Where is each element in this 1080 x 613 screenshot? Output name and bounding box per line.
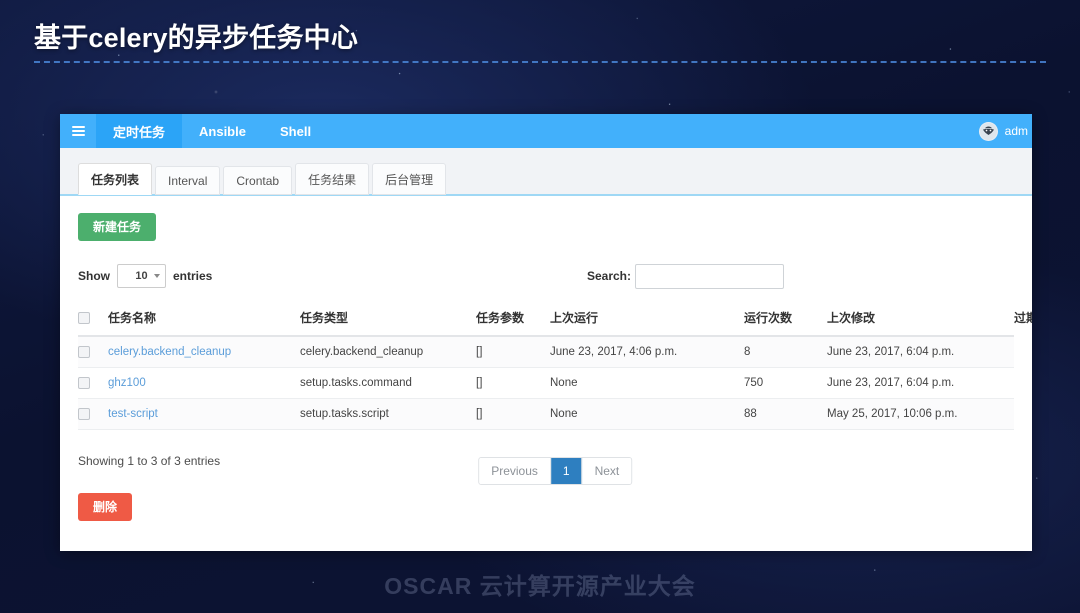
search-label: Search: — [586, 269, 631, 283]
title-divider — [34, 61, 1046, 63]
nav-item-ansible[interactable]: Ansible — [182, 114, 263, 148]
entries-label: entries — [173, 269, 213, 283]
cell-last-run: None — [550, 398, 744, 431]
tasks-table-body: celery.backend_cleanup celery.backend_cl… — [78, 336, 1014, 431]
cell-last-modified: June 23, 2017, 6:04 p.m. — [827, 336, 1014, 369]
tasks-table-head: 任务名称 任务类型 任务参数 上次运行 运行次数 上次修改 过期时间 — [78, 300, 1032, 337]
table-header-row: 任务名称 任务类型 任务参数 上次运行 运行次数 上次修改 过期时间 — [78, 300, 1032, 337]
tab-label: Crontab — [236, 174, 280, 188]
page-length-select[interactable]: 10 — [117, 264, 166, 288]
search-control: Search: — [586, 263, 1014, 289]
delete-button[interactable]: 删除 — [78, 493, 133, 522]
tab-task-results[interactable]: 任务结果 — [295, 163, 370, 195]
table-row[interactable]: test-script setup.tasks.script [] None 8… — [78, 398, 1014, 431]
table-row[interactable]: celery.backend_cleanup celery.backend_cl… — [78, 336, 1014, 369]
task-name-link[interactable]: ghz100 — [108, 377, 146, 389]
column-header-last-run[interactable]: 上次运行 — [550, 300, 744, 337]
navbar-username: adm — [1004, 124, 1028, 138]
table-controls: Show 10 entries Search: — [78, 262, 1014, 290]
app-navbar: 定时任务 Ansible Shell adm — [60, 114, 1032, 148]
cell-last-run: June 23, 2017, 4:06 p.m. — [550, 336, 744, 369]
select-all-checkbox[interactable] — [78, 312, 90, 325]
cell-task-args: [] — [476, 336, 550, 369]
pagination-page-1-button[interactable]: 1 — [550, 458, 583, 485]
column-header-name[interactable]: 任务名称 — [108, 300, 300, 337]
table-footer: Showing 1 to 3 of 3 entries Previous 1 N… — [78, 443, 1014, 486]
cell-run-count: 750 — [744, 367, 827, 400]
column-header-type[interactable]: 任务类型 — [300, 300, 476, 337]
tab-crontab[interactable]: Crontab — [223, 166, 293, 195]
app-screenshot-panel: 定时任务 Ansible Shell adm 任务列表 Interval Cro… — [60, 114, 1032, 551]
pagination-previous-button[interactable]: Previous — [479, 458, 551, 485]
pagination: Previous 1 Next — [478, 457, 633, 486]
cell-task-type: setup.tasks.script — [300, 398, 476, 431]
nav-item-label: 定时任务 — [113, 124, 166, 140]
cell-task-type: setup.tasks.command — [300, 367, 476, 400]
search-input[interactable] — [635, 263, 784, 289]
cell-run-count: 88 — [744, 398, 827, 431]
row-select-cell — [78, 367, 108, 400]
page-length-control: Show 10 entries — [78, 264, 212, 288]
cell-task-name: ghz100 — [108, 367, 300, 400]
tab-label: 任务列表 — [91, 173, 140, 187]
cell-last-run: None — [550, 367, 744, 400]
navbar-user-area[interactable]: adm — [978, 114, 1032, 148]
cell-task-name: test-script — [108, 398, 300, 431]
table-row[interactable]: ghz100 setup.tasks.command [] None 750 J… — [78, 367, 1014, 400]
cell-task-type: celery.backend_cleanup — [300, 336, 476, 369]
nav-item-label: Ansible — [199, 123, 246, 139]
cell-run-count: 8 — [744, 336, 827, 369]
delete-action-row: 删除 — [78, 493, 1014, 522]
cell-task-args: [] — [476, 367, 550, 400]
hamburger-menu-button[interactable] — [60, 114, 96, 148]
select-all-header — [78, 300, 108, 337]
row-checkbox[interactable] — [78, 408, 90, 421]
page-length-value: 10 — [135, 270, 148, 282]
page-title: 基于celery的异步任务中心 — [34, 23, 359, 53]
tab-label: Interval — [168, 174, 208, 188]
nav-item-scheduled-tasks[interactable]: 定时任务 — [96, 114, 183, 148]
task-name-link[interactable]: test-script — [108, 408, 158, 420]
tab-label: 任务结果 — [308, 173, 357, 187]
tab-interval[interactable]: Interval — [155, 166, 221, 195]
show-label: Show — [78, 269, 110, 283]
tab-task-list[interactable]: 任务列表 — [78, 163, 153, 195]
hamburger-icon — [71, 126, 85, 136]
cell-task-args: [] — [476, 398, 550, 431]
user-avatar-icon — [978, 121, 998, 141]
nav-item-shell[interactable]: Shell — [263, 114, 328, 148]
nav-item-label: Shell — [279, 123, 312, 139]
task-name-link[interactable]: celery.backend_cleanup — [108, 346, 231, 358]
pagination-next-button[interactable]: Next — [582, 458, 632, 485]
tasks-table: 任务名称 任务类型 任务参数 上次运行 运行次数 上次修改 过期时间 celer… — [78, 300, 1032, 431]
row-select-cell — [78, 336, 108, 369]
chevron-down-icon — [154, 274, 160, 278]
slide-canvas: 基于celery的异步任务中心 OSCAR 云计算开源产业大会 定时任务 Ans… — [0, 0, 1080, 613]
cell-last-modified: June 23, 2017, 6:04 p.m. — [827, 367, 1014, 400]
column-header-args[interactable]: 任务参数 — [476, 300, 550, 337]
cell-last-modified: May 25, 2017, 10:06 p.m. — [827, 398, 1014, 431]
column-header-run-count[interactable]: 运行次数 — [744, 300, 827, 337]
conference-watermark: OSCAR 云计算开源产业大会 — [384, 573, 696, 599]
app-content: 新建任务 Show 10 entries Search: 任务名称 任务类型 任… — [60, 196, 1032, 551]
column-header-last-modified[interactable]: 上次修改 — [827, 300, 1014, 337]
new-task-button[interactable]: 新建任务 — [78, 213, 157, 241]
tab-admin[interactable]: 后台管理 — [372, 163, 447, 195]
cell-task-name: celery.backend_cleanup — [108, 336, 300, 369]
entries-info: Showing 1 to 3 of 3 entries — [78, 454, 221, 469]
tab-label: 后台管理 — [385, 173, 434, 187]
tabstrip-container: 任务列表 Interval Crontab 任务结果 后台管理 — [60, 148, 1032, 196]
tabstrip: 任务列表 Interval Crontab 任务结果 后台管理 — [78, 163, 1014, 195]
row-checkbox[interactable] — [78, 377, 90, 390]
row-checkbox[interactable] — [78, 346, 90, 358]
row-select-cell — [78, 398, 108, 431]
